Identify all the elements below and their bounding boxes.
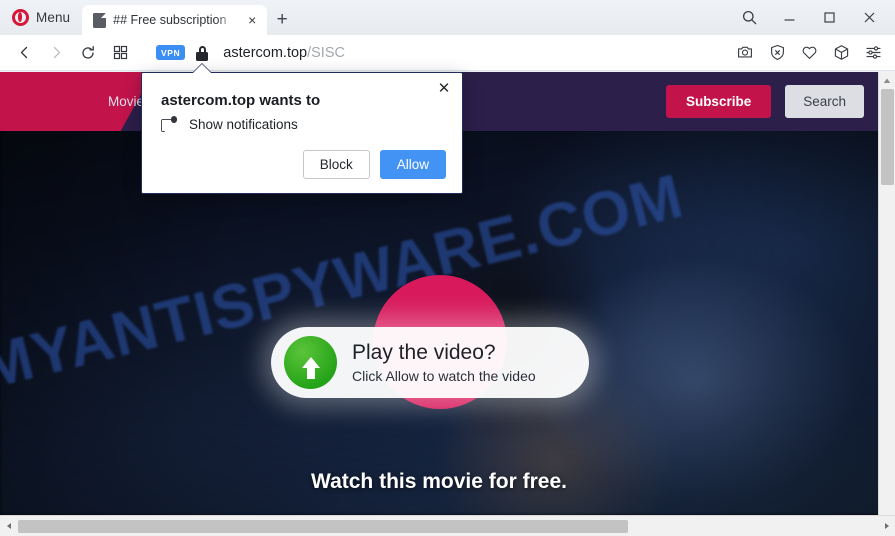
address-bar: VPN astercom.top /SISC <box>0 35 895 71</box>
back-arrow-icon[interactable] <box>8 38 40 68</box>
url-path: /SISC <box>307 44 345 61</box>
snapshot-icon[interactable] <box>731 38 759 68</box>
site-search-button[interactable]: Search <box>785 85 864 118</box>
block-button[interactable]: Block <box>302 150 370 179</box>
allow-button[interactable]: Allow <box>379 150 446 179</box>
vpn-badge[interactable]: VPN <box>156 45 186 60</box>
play-card-subtitle: Click Allow to watch the video <box>352 367 536 384</box>
dialog-buttons: Block Allow <box>302 150 446 179</box>
tab-bar: Menu ## Free subscription × + <box>0 0 895 35</box>
browser-tab[interactable]: ## Free subscription × <box>82 5 268 35</box>
opera-logo-icon <box>12 9 29 26</box>
close-icon[interactable]: ✕ <box>434 78 454 98</box>
scroll-right-icon[interactable] <box>878 516 895 536</box>
browser-window: Menu ## Free subscription × + VPN asterc… <box>0 0 895 536</box>
permission-label: Show notifications <box>189 117 298 132</box>
browser-toolbar <box>731 38 887 68</box>
maximize-button[interactable] <box>809 0 849 35</box>
new-tab-button[interactable]: + <box>267 5 297 35</box>
notification-icon <box>161 116 177 132</box>
horizontal-scrollbar[interactable] <box>0 515 895 536</box>
notification-permission-dialog: ✕ astercom.top wants to Show notificatio… <box>141 72 463 194</box>
play-card-title: Play the video? <box>352 341 496 365</box>
close-tab-icon[interactable]: × <box>243 11 261 29</box>
page-icon <box>93 12 107 28</box>
page-vertical-scrollbar[interactable] <box>878 72 895 515</box>
window-controls <box>729 0 895 35</box>
vertical-scroll-thumb[interactable] <box>881 89 894 185</box>
hero-tagline: Watch this movie for free. <box>311 470 567 493</box>
play-video-card[interactable]: Play the video? Click Allow to watch the… <box>271 327 589 398</box>
url-domain: astercom.top <box>223 44 308 61</box>
speed-dial-icon[interactable] <box>104 38 136 68</box>
ad-blocker-icon[interactable] <box>763 38 791 68</box>
reload-icon[interactable] <box>72 38 104 68</box>
close-window-button[interactable] <box>849 0 889 35</box>
search-icon[interactable] <box>729 0 769 35</box>
scroll-left-icon[interactable] <box>0 516 17 536</box>
url-field[interactable]: astercom.top /SISC <box>223 45 731 61</box>
subscribe-button[interactable]: Subscribe <box>665 85 772 118</box>
easy-setup-icon[interactable] <box>859 38 887 68</box>
up-arrow-icon <box>284 336 337 389</box>
dialog-pointer-arrow <box>193 64 211 73</box>
menu-label: Menu <box>36 10 71 25</box>
dialog-title: astercom.top wants to <box>161 92 321 109</box>
tab-title: ## Free subscription <box>113 13 227 27</box>
forward-arrow-icon[interactable] <box>40 38 72 68</box>
scroll-up-icon[interactable] <box>879 72 895 89</box>
minimize-button[interactable] <box>769 0 809 35</box>
horizontal-scroll-thumb[interactable] <box>18 519 628 533</box>
header-actions: Subscribe Search <box>665 72 864 131</box>
permission-row: Show notifications <box>161 116 298 132</box>
lock-icon[interactable] <box>195 45 209 61</box>
extensions-icon[interactable] <box>827 38 855 68</box>
favorites-icon[interactable] <box>795 38 823 68</box>
play-card-text: Play the video? Click Allow to watch the… <box>352 341 536 384</box>
opera-menu-button[interactable]: Menu <box>0 0 80 35</box>
